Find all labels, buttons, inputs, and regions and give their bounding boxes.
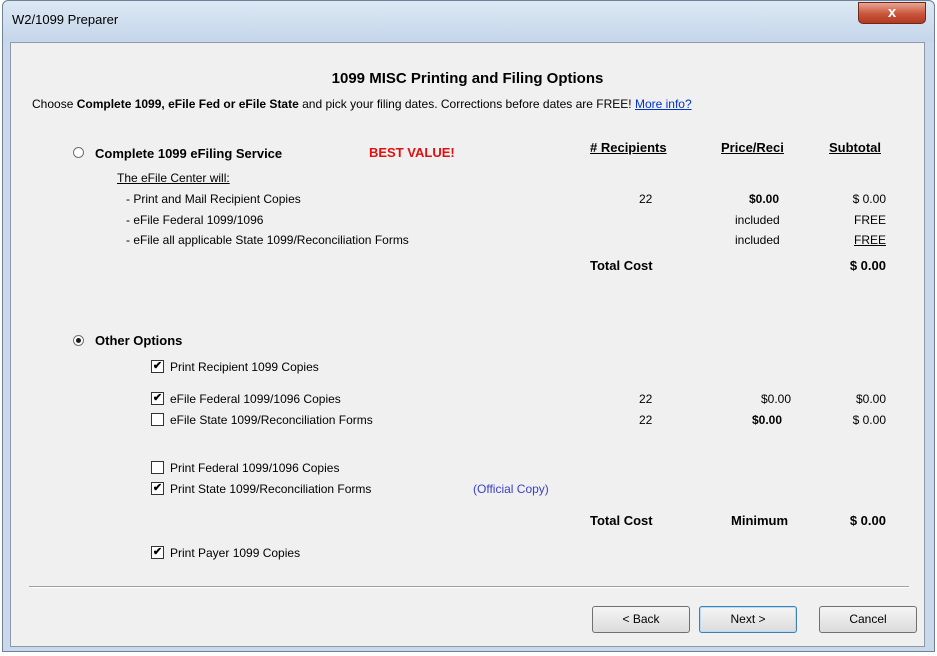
- other-options-radio[interactable]: [73, 335, 84, 346]
- official-copy-note: (Official Copy): [473, 482, 549, 496]
- instructions-line: Choose Complete 1099, eFile Fed or eFile…: [32, 97, 692, 111]
- service-item-label: - Print and Mail Recipient Copies: [126, 192, 301, 206]
- page-title: 1099 MISC Printing and Filing Options: [331, 70, 604, 87]
- print-payer-label[interactable]: Print Payer 1099 Copies: [170, 546, 300, 560]
- print-recipient-checkbox[interactable]: ✔: [151, 360, 164, 373]
- service-item-label: - eFile all applicable State 1099/Reconc…: [126, 233, 409, 247]
- efile-center-intro: The eFile Center will:: [117, 171, 230, 185]
- efile-federal-label[interactable]: eFile Federal 1099/1096 Copies: [170, 392, 341, 406]
- back-button[interactable]: < Back: [592, 606, 690, 633]
- efile-federal-subtotal: $0.00: [855, 392, 886, 406]
- instructions-bold: Complete 1099, eFile Fed or eFile State: [76, 97, 299, 111]
- window-title: W2/1099 Preparer: [12, 12, 119, 27]
- checkmark-icon: ✔: [152, 546, 163, 558]
- title-bar: W2/1099 Preparer x: [3, 1, 934, 41]
- dialog-window: W2/1099 Preparer x 1099 MISC Printing an…: [2, 0, 935, 652]
- screen: W2/1099 Preparer x 1099 MISC Printing an…: [0, 0, 937, 656]
- other-options-label[interactable]: Other Options: [95, 333, 182, 348]
- cancel-button[interactable]: Cancel: [819, 606, 917, 633]
- column-header-recipients: # Recipients: [590, 140, 667, 155]
- efile-state-label[interactable]: eFile State 1099/Reconciliation Forms: [170, 413, 373, 427]
- close-button[interactable]: x: [858, 2, 926, 24]
- efile-state-checkbox[interactable]: [151, 413, 164, 426]
- instructions-prefix: Choose: [32, 97, 77, 111]
- efile-federal-recipients: 22: [639, 392, 653, 406]
- close-icon: x: [887, 4, 897, 21]
- other-total-label: Total Cost: [590, 513, 653, 528]
- instructions-text: and pick your filing dates. Corrections …: [298, 97, 635, 111]
- service-item-price: included: [735, 213, 780, 227]
- complete-service-label[interactable]: Complete 1099 eFiling Service: [95, 146, 282, 161]
- more-info-link[interactable]: More info?: [635, 97, 692, 111]
- service-item-price: included: [735, 233, 780, 247]
- efile-state-subtotal: $ 0.00: [852, 413, 886, 427]
- service-item-subtotal: FREE: [853, 233, 886, 247]
- next-button[interactable]: Next >: [699, 606, 797, 633]
- checkmark-icon: ✔: [152, 482, 163, 494]
- service-item-subtotal: $ 0.00: [852, 192, 886, 206]
- complete-total-value: $ 0.00: [849, 258, 886, 273]
- print-recipient-label[interactable]: Print Recipient 1099 Copies: [170, 360, 319, 374]
- service-item-subtotal: FREE: [853, 213, 886, 227]
- divider: [29, 586, 909, 588]
- efile-state-price: $0.00: [752, 413, 783, 427]
- print-state-checkbox[interactable]: ✔: [151, 482, 164, 495]
- minimum-label: Minimum: [731, 513, 789, 528]
- service-item-recipients: 22: [639, 192, 653, 206]
- print-state-label[interactable]: Print State 1099/Reconciliation Forms: [170, 482, 371, 496]
- print-payer-checkbox[interactable]: ✔: [151, 546, 164, 559]
- complete-service-radio[interactable]: [73, 147, 84, 158]
- service-item-label: - eFile Federal 1099/1096: [126, 213, 264, 227]
- efile-federal-price: $0.00: [761, 392, 792, 406]
- complete-total-label: Total Cost: [590, 258, 653, 273]
- efile-federal-checkbox[interactable]: ✔: [151, 392, 164, 405]
- efile-state-recipients: 22: [639, 413, 653, 427]
- column-header-subtotal: Subtotal: [829, 140, 881, 155]
- best-value-badge: BEST VALUE!: [369, 145, 455, 160]
- column-header-price: Price/Reci: [721, 140, 784, 155]
- checkmark-icon: ✔: [152, 392, 163, 404]
- print-federal-checkbox[interactable]: [151, 461, 164, 474]
- dialog-content: 1099 MISC Printing and Filing Options Ch…: [10, 42, 925, 647]
- service-item-price: $0.00: [749, 192, 780, 206]
- other-total-value: $ 0.00: [849, 513, 886, 528]
- checkmark-icon: ✔: [152, 360, 163, 372]
- print-federal-label[interactable]: Print Federal 1099/1096 Copies: [170, 461, 339, 475]
